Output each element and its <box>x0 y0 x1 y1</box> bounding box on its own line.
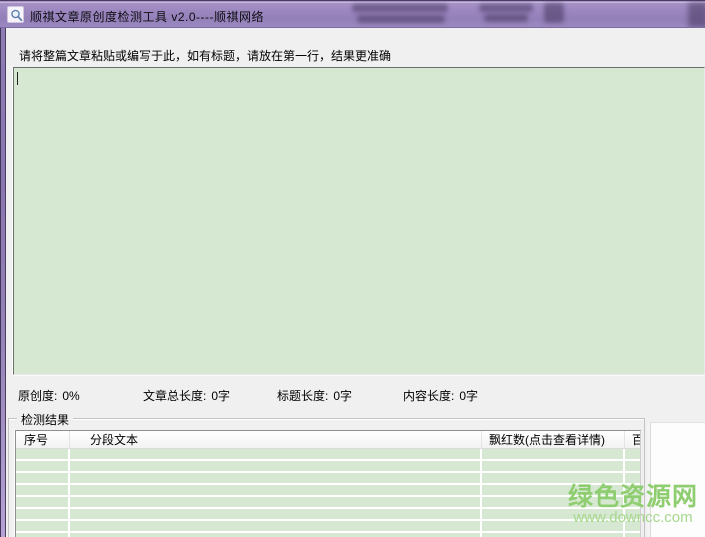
app-window: 顺祺文章原创度检测工具 v2.0----顺祺网络 请将整篇文章粘贴或编写于此，如… <box>0 0 705 537</box>
results-table[interactable]: 序号 分段文本 飘红数(点击查看详情) 百 <box>15 430 641 537</box>
instruction-label: 请将整篇文章粘贴或编写于此，如有标题，请放在第一行，结果更准确 <box>19 49 392 63</box>
glass-reflection <box>688 2 705 27</box>
titlebar[interactable]: 顺祺文章原创度检测工具 v2.0----顺祺网络 <box>0 0 705 28</box>
glass-reflection <box>544 3 564 23</box>
column-header-percent[interactable]: 百 <box>625 431 640 448</box>
results-groupbox: 检测结果 序号 分段文本 飘红数(点击查看详情) 百 <box>8 411 645 537</box>
article-input[interactable] <box>13 67 705 375</box>
table-row <box>16 521 640 531</box>
stat-title-length: 标题长度: 0字 <box>277 389 353 403</box>
window-title: 顺祺文章原创度检测工具 v2.0----顺祺网络 <box>30 10 265 24</box>
table-row <box>16 461 640 471</box>
column-header-index[interactable]: 序号 <box>16 431 70 448</box>
table-row <box>16 473 640 483</box>
table-row <box>16 485 640 495</box>
stats-row: 原创度: 0% 文章总长度: 0字 标题长度: 0字 内容长度: 0字 <box>0 387 705 403</box>
titlebar-highlight <box>0 2 705 3</box>
table-row <box>16 449 640 459</box>
column-header-segment-text[interactable]: 分段文本 <box>70 431 482 448</box>
results-group-title: 检测结果 <box>17 411 74 428</box>
glass-reflection <box>357 15 445 23</box>
stat-originality: 原创度: 0% <box>18 389 80 403</box>
side-panel <box>650 422 705 537</box>
stat-content-length: 内容长度: 0字 <box>403 389 479 403</box>
glass-reflection <box>352 4 448 12</box>
table-row <box>16 509 640 519</box>
window-left-border <box>0 28 6 537</box>
text-caret <box>17 72 18 85</box>
stat-total-length: 文章总长度: 0字 <box>143 389 231 403</box>
table-row <box>16 497 640 507</box>
table-row <box>16 533 640 537</box>
magnifier-icon[interactable] <box>7 6 24 23</box>
glass-reflection <box>479 4 533 12</box>
results-table-header: 序号 分段文本 飘红数(点击查看详情) 百 <box>16 431 640 449</box>
results-table-body <box>16 449 640 537</box>
glass-reflection <box>484 14 528 22</box>
column-header-red-count[interactable]: 飘红数(点击查看详情) <box>482 431 625 448</box>
